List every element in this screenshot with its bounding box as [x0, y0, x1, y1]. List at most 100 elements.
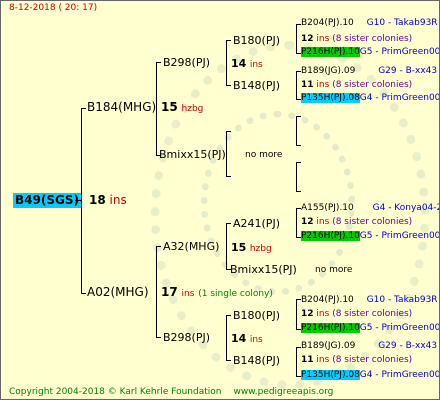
gp-b298-bottom[interactable]: B298(PJ) — [163, 331, 210, 344]
g4-row: P135H(PJ).08G4 - PrimGreen00 — [301, 370, 440, 381]
connector — [226, 315, 231, 316]
a02-gen-number: 17 — [161, 285, 178, 299]
a32-gen-number: 15 — [231, 241, 247, 254]
g4-row: P216H(PJ).10G5 - PrimGreen00 — [301, 231, 440, 242]
b298-bottom-gen-number: 14 — [231, 332, 247, 345]
b298-top-gen-unit: ins — [249, 60, 263, 70]
connector — [296, 71, 297, 100]
ggp-b180-bottom[interactable]: B180(PJ) — [233, 309, 280, 322]
connector — [296, 116, 301, 117]
g4-name[interactable]: P135H(PJ).08 — [301, 93, 360, 103]
g4-code: G29 - B-xx43 — [378, 66, 438, 76]
ggp-a241[interactable]: A241(PJ) — [233, 217, 280, 230]
g4-name[interactable]: B204(PJ).10 — [301, 18, 354, 28]
g4-code: G4 - PrimGreen00 — [359, 370, 440, 380]
connector — [226, 176, 231, 177]
ggp-b180-top[interactable]: B180(PJ) — [233, 34, 280, 47]
site-link[interactable]: www.pedigreeapis.org — [233, 387, 333, 397]
connector — [296, 208, 297, 238]
b180-top-sisters: 12 ins (8 sister colonies) — [301, 34, 412, 45]
b184-generation: 15 hzbg — [161, 101, 203, 115]
connector — [296, 191, 301, 192]
gp-a32[interactable]: A32(MHG) — [163, 240, 219, 253]
connector — [296, 116, 297, 146]
connector — [296, 162, 301, 163]
b298-bottom-generation: 14 ins — [231, 332, 263, 346]
connector — [226, 131, 227, 177]
g4-code: G5 - PrimGreen00 — [359, 323, 440, 333]
connector — [226, 131, 231, 132]
connector — [226, 360, 231, 361]
ggp-b148-bottom[interactable]: B148(PJ) — [233, 354, 280, 367]
g4-row: P216H(PJ).10G5 - PrimGreen00 — [301, 47, 440, 58]
footer: Copyright 2004-2018 © Karl Kehrle Founda… — [9, 387, 333, 398]
b148-top-gen-unit: ins — [316, 80, 330, 90]
connector — [296, 162, 297, 192]
g4-name[interactable]: B204(PJ).10 — [301, 295, 354, 305]
b180-top-sister-note: (8 sister colonies) — [332, 34, 413, 44]
g4-row: A155(PJ).10 G4 - Konya04-2 — [301, 203, 440, 214]
a241-sister-note: (8 sister colonies) — [332, 217, 413, 227]
parent-b184[interactable]: B184(MHG) — [87, 101, 156, 114]
g4-name[interactable]: B189(JG).09 — [301, 341, 355, 351]
b180-bottom-gen-unit: ins — [316, 309, 330, 319]
ggp-bmixx15-bottom[interactable]: Bmixx15(PJ) — [230, 263, 297, 276]
parent-a02[interactable]: A02(MHG) — [87, 286, 149, 299]
b148-bottom-sister-note: (8 sister colonies) — [332, 355, 413, 365]
b148-top-sister-note: (8 sister colonies) — [332, 80, 413, 90]
b298-top-generation: 14 ins — [231, 57, 263, 71]
a02-note: (1 single colony) — [198, 289, 273, 299]
b298-bottom-gen-unit: ins — [249, 335, 263, 345]
bmixx15-bottom-note: no more — [315, 265, 353, 275]
b184-gen-number: 15 — [161, 100, 178, 114]
b184-gen-unit: hzbg — [181, 104, 204, 114]
connector — [296, 145, 301, 146]
g4-name[interactable]: P216H(PJ).10 — [301, 231, 360, 241]
b148-bottom-gen-number: 11 — [301, 355, 314, 365]
g4-name[interactable]: A155(PJ).10 — [301, 203, 354, 213]
b180-top-gen-unit: ins — [316, 34, 330, 44]
g4-name[interactable]: B189(JG).09 — [301, 66, 355, 76]
a02-generation: 17 ins (1 single colony) — [161, 286, 273, 300]
g4-code: G5 - PrimGreen00 — [359, 47, 440, 57]
connector — [81, 108, 82, 293]
g4-name[interactable]: P216H(PJ).10 — [301, 323, 360, 333]
connector — [156, 246, 161, 247]
g4-row: P216H(PJ).10G5 - PrimGreen00 — [301, 323, 440, 334]
connector — [156, 62, 161, 63]
connector — [296, 24, 297, 54]
b148-bottom-gen-unit: ins — [316, 355, 330, 365]
connector — [296, 347, 297, 377]
connector — [226, 223, 231, 224]
g4-row: B189(JG).09 G29 - B-xx43 — [301, 66, 437, 77]
g4-name[interactable]: P135H(PJ).08 — [301, 370, 360, 380]
ggp-b148-top[interactable]: B148(PJ) — [233, 79, 280, 92]
g4-name[interactable]: P216H(PJ).10 — [301, 47, 360, 57]
root-gen-unit: ins — [109, 193, 127, 207]
a241-sisters: 12 ins (8 sister colonies) — [301, 217, 412, 228]
b180-bottom-sister-note: (8 sister colonies) — [332, 309, 413, 319]
gp-bmixx15-top[interactable]: Bmixx15(PJ) — [159, 148, 226, 161]
root-generation: 18 ins — [89, 194, 127, 207]
b180-bottom-sisters: 12 ins (8 sister colonies) — [301, 309, 412, 320]
connector — [156, 246, 157, 338]
g4-code: G4 - Konya04-2 — [372, 203, 440, 213]
gp-b298-top[interactable]: B298(PJ) — [163, 56, 210, 69]
connector — [226, 223, 227, 270]
b148-top-gen-number: 11 — [301, 80, 314, 90]
connector — [226, 85, 231, 86]
b148-top-sisters: 11 ins (8 sister colonies) — [301, 80, 412, 91]
g4-code: G5 - PrimGreen00 — [359, 231, 440, 241]
g4-row: B204(PJ).10 G10 - Takab93R — [301, 295, 438, 306]
connector — [156, 337, 161, 338]
b298-top-gen-number: 14 — [231, 57, 247, 70]
g4-row: B189(JG).09 G29 - B-xx43 — [301, 341, 437, 352]
connector — [226, 40, 231, 41]
connector — [81, 108, 86, 109]
root-queen[interactable]: B49(SGS) — [13, 193, 81, 208]
g4-code: G29 - B-xx43 — [378, 341, 438, 351]
pedigree-chart: 8-12-2018 ( 20: 17) B49(SGS) 18 ins B184… — [0, 0, 440, 400]
connector — [226, 315, 227, 361]
copyright-text: Copyright 2004-2018 © Karl Kehrle Founda… — [9, 387, 222, 397]
a32-generation: 15 hzbg — [231, 241, 272, 255]
